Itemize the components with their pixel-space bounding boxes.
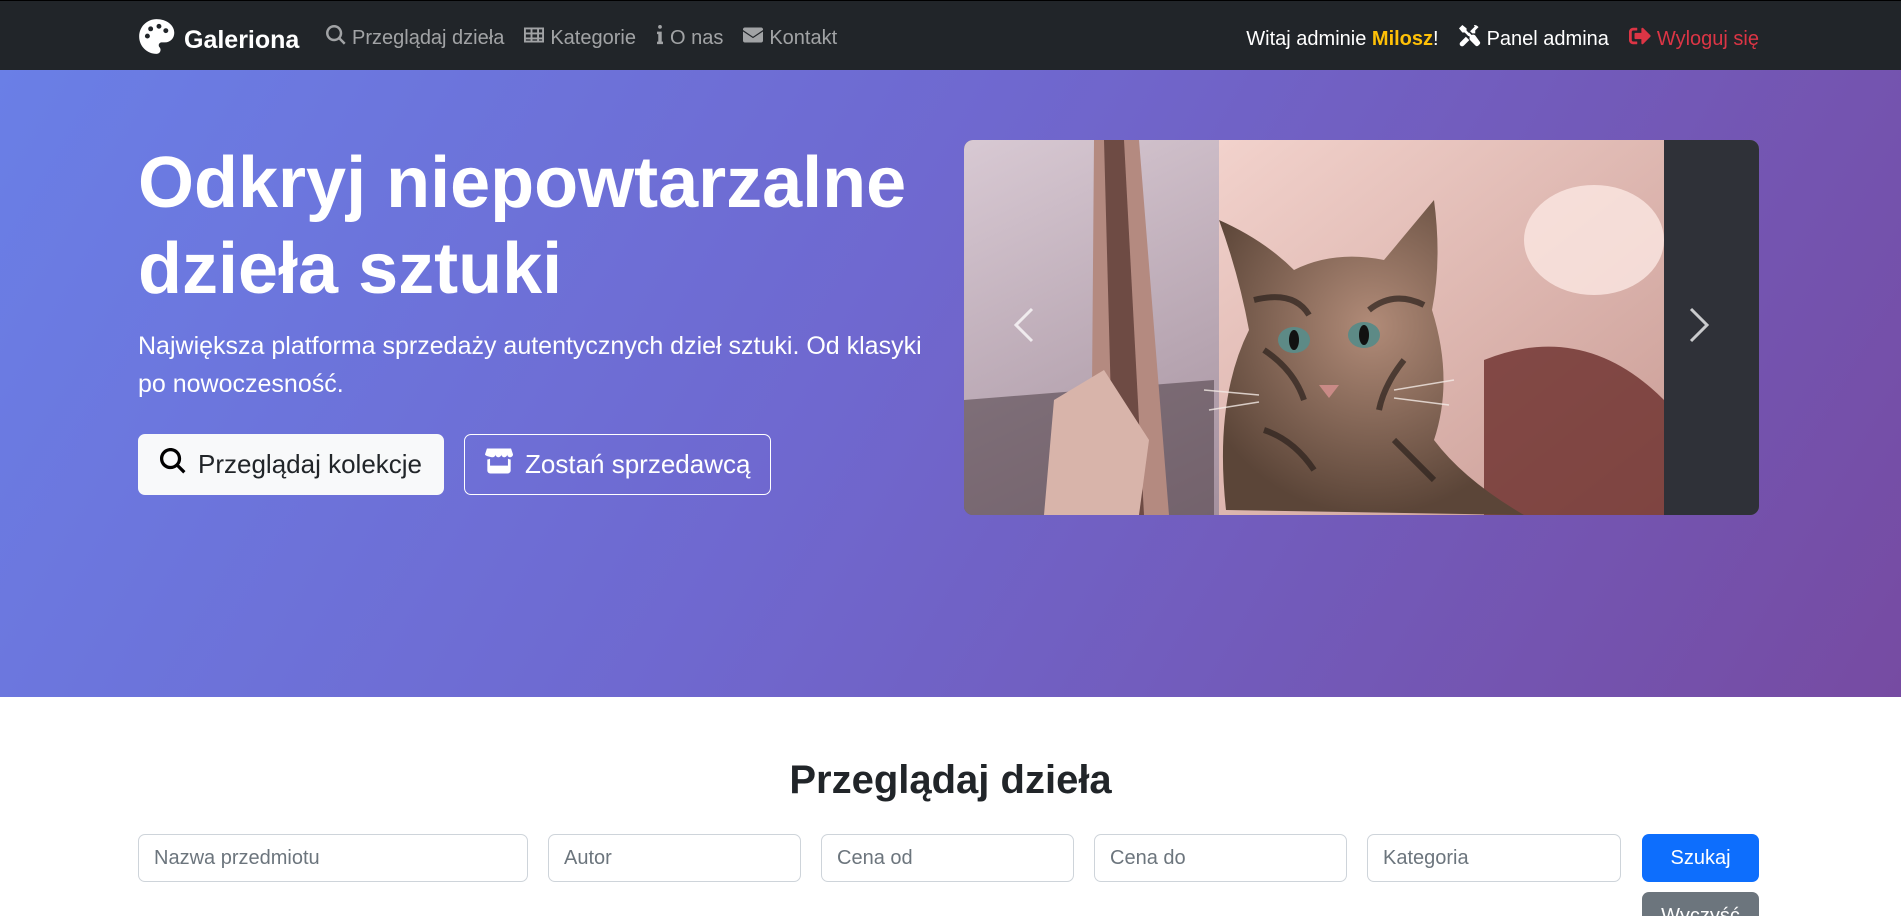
greeting-prefix: Witaj adminie	[1246, 27, 1372, 50]
page: Galeriona Przeglądaj dzieła Kategorie O …	[0, 0, 1901, 916]
image-carousel[interactable]	[964, 140, 1759, 515]
sign-out-icon	[1628, 25, 1651, 53]
item-name-input[interactable]	[138, 834, 528, 882]
brand-name: Galeriona	[184, 25, 300, 54]
tools-icon	[1458, 25, 1481, 53]
clear-button[interactable]: Wyczyść	[1642, 892, 1759, 916]
search-button[interactable]: Szukaj	[1642, 834, 1759, 882]
admin-panel-label: Panel admina	[1486, 27, 1609, 50]
search-filters-form: Szukaj Wyczyść	[138, 834, 1759, 916]
browse-collections-button[interactable]: Przeglądaj kolekcje	[138, 434, 445, 495]
nav-link-contact[interactable]: Kontakt	[743, 25, 837, 51]
user-area: Witaj adminie Milosz! Panel admina Wylog…	[1246, 25, 1759, 53]
palette-icon	[138, 18, 175, 62]
navbar: Galeriona Przeglądaj dzieła Kategorie O …	[0, 0, 1901, 70]
become-seller-button[interactable]: Zostań sprzedawcą	[464, 434, 772, 495]
nav-link-label: Kontakt	[769, 26, 838, 49]
info-icon	[656, 25, 664, 51]
chevron-right-icon	[1685, 305, 1713, 350]
nav-link-categories[interactable]: Kategorie	[524, 25, 636, 51]
nav-link-label: Kategorie	[550, 26, 636, 49]
browse-collections-label: Przeglądaj kolekcje	[198, 449, 423, 479]
become-seller-label: Zostań sprzedawcą	[525, 449, 751, 479]
nav-link-about[interactable]: O nas	[656, 25, 723, 51]
author-input[interactable]	[548, 834, 801, 882]
search-icon	[326, 25, 346, 51]
username: Milosz	[1371, 27, 1434, 50]
carousel-prev-button[interactable]	[964, 140, 1084, 515]
category-input[interactable]	[1367, 834, 1621, 882]
hero-buttons: Przeglądaj kolekcje Zostań sprzedawcą	[138, 434, 772, 495]
hero-subtitle: Największa platforma sprzedaży autentycz…	[138, 332, 922, 398]
logout-label: Wyloguj się	[1656, 27, 1759, 50]
carousel-next-button[interactable]	[1639, 140, 1759, 515]
nav-links: Przeglądaj dzieła Kategorie O nas Kontak…	[326, 25, 837, 51]
brand-logo[interactable]: Galeriona	[138, 18, 299, 62]
browse-section-title: Przeglądaj dzieła	[789, 758, 1112, 802]
user-greeting: Witaj adminie Milosz!	[1246, 28, 1438, 51]
hero-section: Odkryj niepowtarzalne dzieła sztuki Najw…	[0, 70, 1901, 697]
store-icon	[485, 448, 514, 481]
nav-link-label: O nas	[669, 26, 724, 49]
nav-link-browse[interactable]: Przeglądaj dzieła	[326, 25, 504, 51]
greeting-suffix: !	[1433, 27, 1439, 50]
logout-link[interactable]: Wyloguj się	[1628, 25, 1759, 53]
table-icon	[524, 25, 545, 51]
envelope-icon	[743, 25, 764, 51]
search-icon	[160, 448, 186, 481]
nav-link-label: Przeglądaj dzieła	[352, 26, 505, 49]
hero-title: Odkryj niepowtarzalne dzieła sztuki	[138, 143, 907, 309]
admin-panel-link[interactable]: Panel admina	[1458, 25, 1609, 53]
price-to-input[interactable]	[1094, 834, 1347, 882]
price-from-input[interactable]	[821, 834, 1074, 882]
chevron-left-icon	[1010, 305, 1038, 350]
